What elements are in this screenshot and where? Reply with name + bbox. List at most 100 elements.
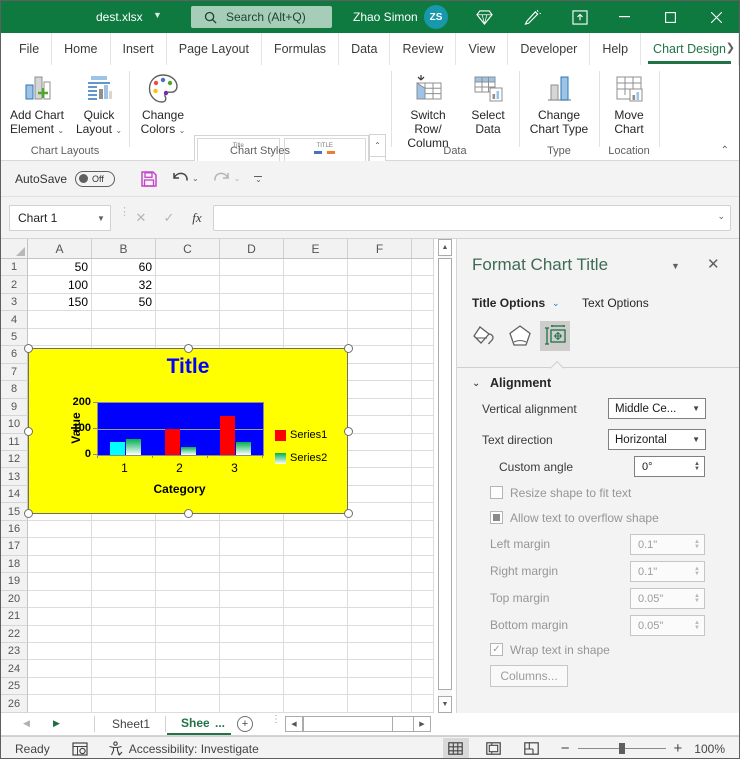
- cell-B25[interactable]: [92, 678, 156, 695]
- row-header-18[interactable]: 18: [1, 556, 28, 573]
- effects-tab-icon[interactable]: [505, 321, 535, 351]
- cell-E16[interactable]: [284, 521, 348, 538]
- cell-partial[interactable]: [412, 591, 434, 608]
- resize-shape-checkbox[interactable]: [490, 486, 503, 499]
- cell-partial[interactable]: [412, 381, 434, 398]
- sheet-tab-more[interactable]: ...: [209, 713, 231, 735]
- cell-F17[interactable]: [348, 538, 412, 555]
- cell-F6[interactable]: [348, 346, 412, 363]
- cell-partial[interactable]: [412, 346, 434, 363]
- column-header-D[interactable]: D: [220, 239, 284, 259]
- ribbon-tab-insert[interactable]: Insert: [111, 33, 167, 65]
- cell-F7[interactable]: [348, 364, 412, 381]
- cell-B4[interactable]: [92, 311, 156, 328]
- alignment-section-title[interactable]: Alignment: [490, 376, 551, 390]
- cell-E24[interactable]: [284, 660, 348, 677]
- tab-overflow-chevron-icon[interactable]: ❯: [726, 41, 735, 54]
- cell-D20[interactable]: [220, 591, 284, 608]
- cell-D3[interactable]: [220, 294, 284, 311]
- document-title-chevron-icon[interactable]: ▼: [153, 10, 162, 20]
- quick-layout-button[interactable]: Quick Layout ⌄: [71, 70, 127, 138]
- cell-C26[interactable]: [156, 695, 220, 712]
- switch-row-column-button[interactable]: Switch Row/ Column: [395, 70, 461, 150]
- cell-C21[interactable]: [156, 608, 220, 625]
- row-header-2[interactable]: 2: [1, 276, 28, 293]
- cell-F2[interactable]: [348, 276, 412, 293]
- normal-view-button[interactable]: [443, 738, 469, 759]
- cell-partial[interactable]: [412, 276, 434, 293]
- row-header-25[interactable]: 25: [1, 678, 28, 695]
- cell-partial[interactable]: [412, 486, 434, 503]
- row-header-12[interactable]: 12: [1, 451, 28, 468]
- new-sheet-button[interactable]: +: [237, 716, 253, 732]
- cell-partial[interactable]: [412, 468, 434, 485]
- cell-A4[interactable]: [28, 311, 92, 328]
- cell-F25[interactable]: [348, 678, 412, 695]
- cell-E25[interactable]: [284, 678, 348, 695]
- spinner-arrows-icon[interactable]: ▲▼: [694, 621, 700, 631]
- ribbon-tab-file[interactable]: File: [7, 33, 52, 65]
- cell-A5[interactable]: [28, 329, 92, 346]
- cell-D18[interactable]: [220, 556, 284, 573]
- row-header-14[interactable]: 14: [1, 486, 28, 503]
- tab-title-options[interactable]: Title Options: [472, 296, 545, 310]
- sheet-nav-prev-icon[interactable]: ◀: [23, 718, 30, 729]
- chart-selection-handle[interactable]: [344, 427, 353, 436]
- cell-D5[interactable]: [220, 329, 284, 346]
- cell-partial[interactable]: [412, 399, 434, 416]
- cell-partial[interactable]: [412, 626, 434, 643]
- save-button[interactable]: [141, 171, 157, 187]
- row-header-3[interactable]: 3: [1, 294, 28, 311]
- cell-D26[interactable]: [220, 695, 284, 712]
- cell-B17[interactable]: [92, 538, 156, 555]
- cell-D1[interactable]: [220, 259, 284, 276]
- cell-E23[interactable]: [284, 643, 348, 660]
- cell-partial[interactable]: [412, 259, 434, 276]
- right-margin-spinner[interactable]: 0.1"▲▼: [630, 561, 705, 582]
- cell-F1[interactable]: [348, 259, 412, 276]
- chart-selection-handle[interactable]: [344, 344, 353, 353]
- user-name[interactable]: Zhao Simon: [353, 10, 418, 24]
- cell-D16[interactable]: [220, 521, 284, 538]
- wrap-text-checkbox[interactable]: ✓: [490, 643, 503, 656]
- fill-line-tab-icon[interactable]: [470, 321, 500, 351]
- ribbon-tab-chart-design[interactable]: Chart Design: [641, 33, 739, 65]
- row-header-19[interactable]: 19: [1, 573, 28, 590]
- row-header-24[interactable]: 24: [1, 660, 28, 677]
- cell-D2[interactable]: [220, 276, 284, 293]
- cell-B19[interactable]: [92, 573, 156, 590]
- cell-B22[interactable]: [92, 626, 156, 643]
- cell-partial[interactable]: [412, 364, 434, 381]
- cell-F16[interactable]: [348, 521, 412, 538]
- cell-A22[interactable]: [28, 626, 92, 643]
- cell-A17[interactable]: [28, 538, 92, 555]
- cell-partial[interactable]: [412, 329, 434, 346]
- custom-angle-spinner[interactable]: 0° ▲▼: [634, 456, 705, 477]
- cell-F9[interactable]: [348, 399, 412, 416]
- spinner-arrows-icon[interactable]: ▲▼: [694, 462, 700, 472]
- chart-selection-handle[interactable]: [24, 509, 33, 518]
- cell-F19[interactable]: [348, 573, 412, 590]
- cell-D17[interactable]: [220, 538, 284, 555]
- spinner-arrows-icon[interactable]: ▲▼: [694, 594, 700, 604]
- sheet-tab-sheet1[interactable]: Sheet1: [98, 713, 164, 735]
- text-direction-dropdown[interactable]: Horizontal ▼: [608, 429, 706, 450]
- change-colors-button[interactable]: Change Colors ⌄: [135, 70, 191, 138]
- cell-partial[interactable]: [412, 643, 434, 660]
- cell-E4[interactable]: [284, 311, 348, 328]
- zoom-out-button[interactable]: −: [561, 740, 570, 757]
- close-button[interactable]: [701, 1, 731, 33]
- legend-item-series2[interactable]: Series2: [275, 452, 327, 464]
- cell-partial[interactable]: [412, 538, 434, 555]
- cell-partial[interactable]: [412, 573, 434, 590]
- row-header-26[interactable]: 26: [1, 695, 28, 712]
- cell-A1[interactable]: 50: [28, 259, 92, 276]
- cell-C25[interactable]: [156, 678, 220, 695]
- cell-A3[interactable]: 150: [28, 294, 92, 311]
- change-chart-type-button[interactable]: Change Chart Type: [523, 70, 595, 136]
- chart-bar-series2-cat2[interactable]: [181, 447, 196, 455]
- chart-plot-area[interactable]: [97, 402, 264, 456]
- horizontal-scrollbar-thumb[interactable]: [303, 717, 393, 731]
- cell-C18[interactable]: [156, 556, 220, 573]
- ribbon-tab-data[interactable]: Data: [339, 33, 390, 65]
